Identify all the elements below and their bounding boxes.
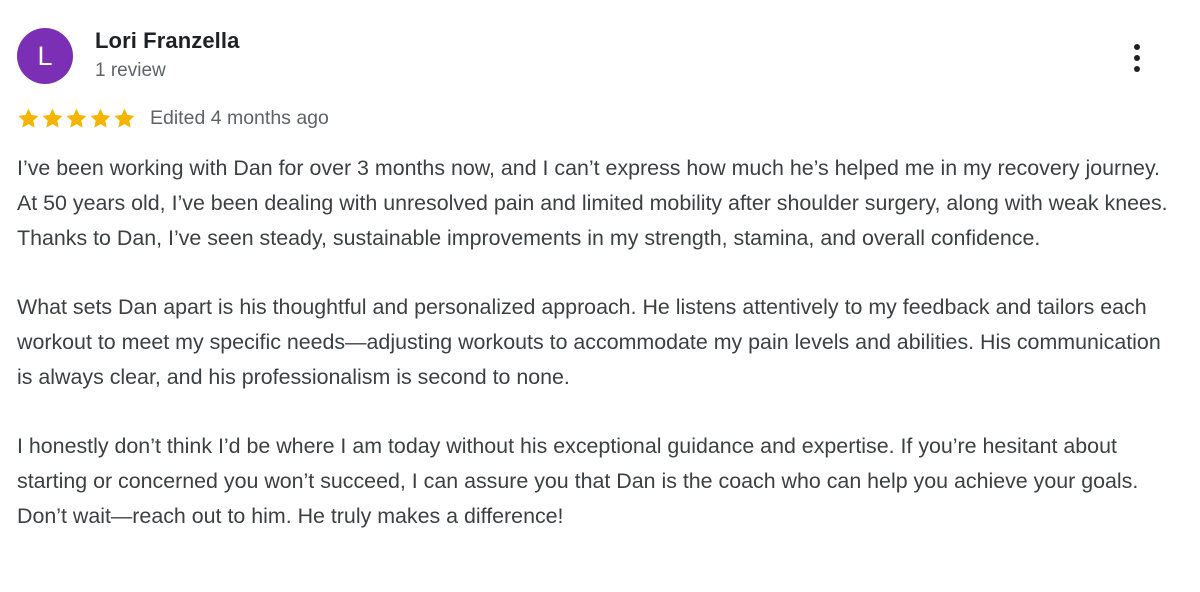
star-icon	[18, 108, 39, 128]
review-paragraph: What sets Dan apart is his thoughtful an…	[17, 295, 1161, 389]
reviewer-name[interactable]: Lori Franzella	[95, 28, 239, 54]
star-icon	[66, 108, 87, 128]
star-rating	[17, 107, 136, 130]
reviewer-review-count: 1 review	[95, 60, 166, 81]
edited-timestamp: Edited 4 months ago	[150, 106, 329, 129]
review-card: L Lori Franzella 1 review Edited 4 month…	[0, 0, 1200, 592]
star-icon	[90, 108, 111, 128]
avatar[interactable]: L	[17, 28, 73, 84]
star-icon	[42, 108, 63, 128]
rating-row: Edited 4 months ago	[17, 104, 329, 132]
avatar-initial: L	[37, 40, 53, 71]
review-text: I’ve been working with Dan for over 3 mo…	[17, 151, 1177, 569]
more-options-button[interactable]	[1120, 38, 1154, 78]
star-icon	[114, 108, 135, 128]
review-paragraph: I honestly don’t think I’d be where I am…	[17, 434, 1139, 528]
more-vertical-icon	[1134, 44, 1140, 72]
review-paragraph: I’ve been working with Dan for over 3 mo…	[17, 156, 1168, 250]
